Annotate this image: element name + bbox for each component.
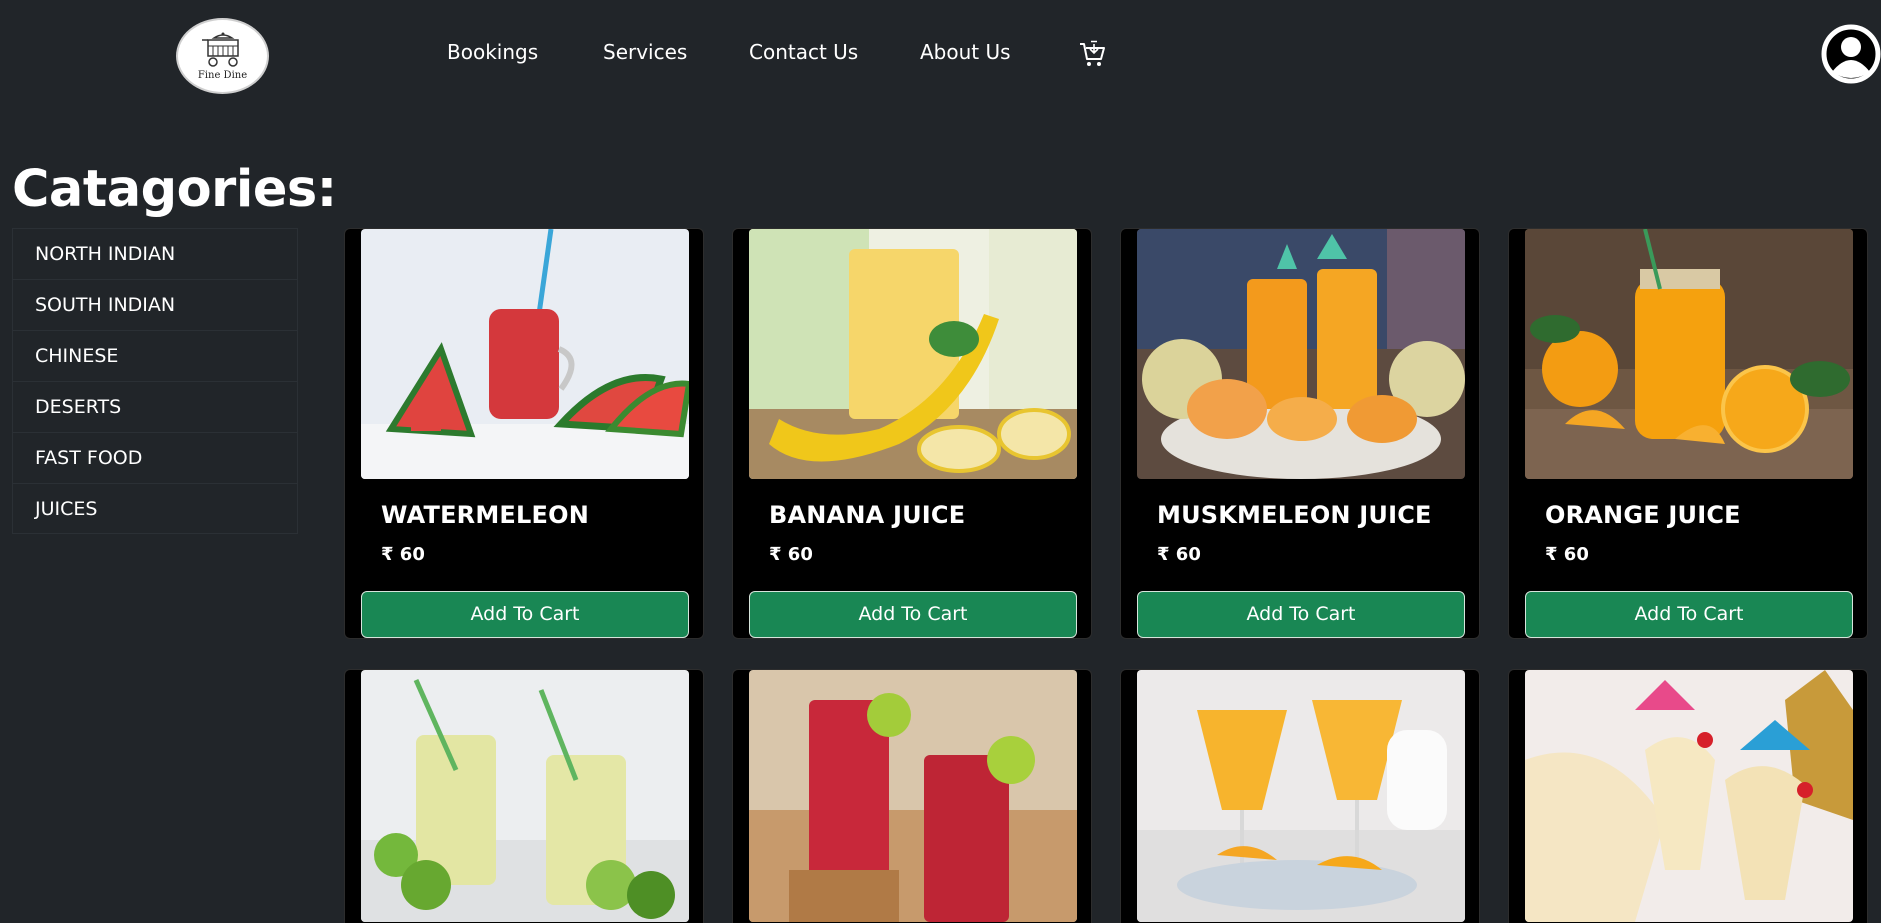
product-card: BANANA JUICE ₹ 60 Add To Cart bbox=[732, 228, 1092, 639]
product-card: WATERMELEON ₹ 60 Add To Cart bbox=[344, 228, 704, 639]
nav-about-us[interactable]: About Us bbox=[920, 40, 1011, 64]
categories-title: Catagories: bbox=[12, 160, 337, 219]
product-image bbox=[1525, 229, 1853, 479]
product-price: ₹ 60 bbox=[381, 544, 425, 565]
category-deserts[interactable]: DESERTS bbox=[12, 381, 298, 432]
category-juices[interactable]: JUICES bbox=[12, 483, 298, 534]
logo-text: Fine Dine bbox=[197, 70, 248, 81]
product-price: ₹ 60 bbox=[1545, 544, 1589, 565]
user-avatar-icon[interactable] bbox=[1820, 24, 1881, 84]
nav-bookings[interactable]: Bookings bbox=[447, 40, 538, 64]
category-chinese[interactable]: CHINESE bbox=[12, 330, 298, 381]
category-south-indian[interactable]: SOUTH INDIAN bbox=[12, 279, 298, 330]
product-card: ORANGE JUICE ₹ 60 Add To Cart bbox=[1508, 228, 1868, 639]
cart-icon[interactable] bbox=[1078, 40, 1106, 68]
logo[interactable]: Fine Dine bbox=[176, 18, 269, 94]
product-image bbox=[1137, 229, 1465, 479]
product-card bbox=[732, 669, 1092, 923]
product-price: ₹ 60 bbox=[1157, 544, 1201, 565]
product-image bbox=[361, 670, 689, 922]
product-price: ₹ 60 bbox=[769, 544, 813, 565]
product-image bbox=[361, 229, 689, 479]
logo-cart-icon bbox=[201, 32, 239, 67]
product-image bbox=[749, 670, 1077, 922]
category-north-indian[interactable]: NORTH INDIAN bbox=[12, 228, 298, 279]
product-name: WATERMELEON bbox=[381, 501, 590, 529]
product-image bbox=[1137, 670, 1465, 922]
product-name: BANANA JUICE bbox=[769, 501, 966, 529]
product-image bbox=[749, 229, 1077, 479]
add-to-cart-button[interactable]: Add To Cart bbox=[749, 591, 1077, 638]
nav-services[interactable]: Services bbox=[603, 40, 687, 64]
add-to-cart-button[interactable]: Add To Cart bbox=[361, 591, 689, 638]
product-name: ORANGE JUICE bbox=[1545, 501, 1741, 529]
add-to-cart-button[interactable]: Add To Cart bbox=[1137, 591, 1465, 638]
product-card bbox=[344, 669, 704, 923]
product-image bbox=[1525, 670, 1853, 922]
add-to-cart-button[interactable]: Add To Cart bbox=[1525, 591, 1853, 638]
category-list: NORTH INDIAN SOUTH INDIAN CHINESE DESERT… bbox=[12, 228, 298, 534]
product-card bbox=[1508, 669, 1868, 923]
product-name: MUSKMELEON JUICE bbox=[1157, 501, 1432, 529]
product-card: MUSKMELEON JUICE ₹ 60 Add To Cart bbox=[1120, 228, 1480, 639]
nav-contact-us[interactable]: Contact Us bbox=[749, 40, 858, 64]
category-fast-food[interactable]: FAST FOOD bbox=[12, 432, 298, 483]
product-card bbox=[1120, 669, 1480, 923]
